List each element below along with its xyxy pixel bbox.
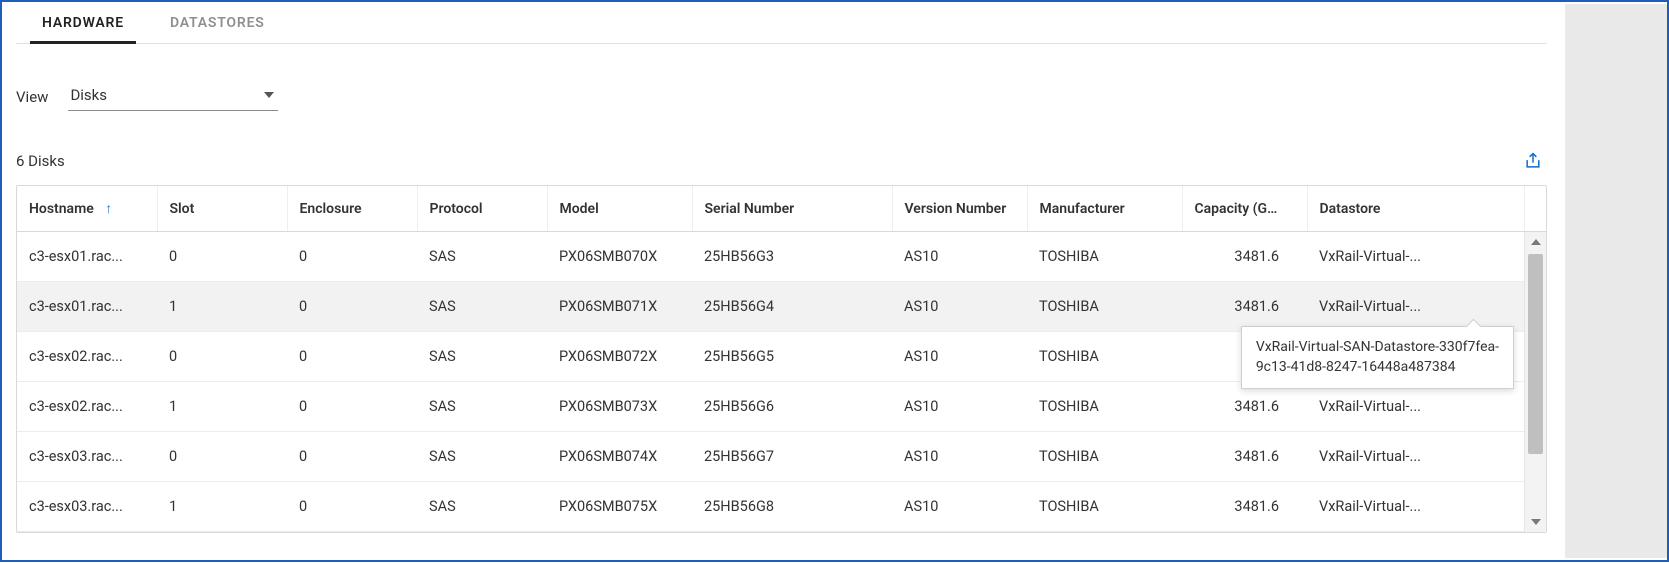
cell-version: AS10: [892, 482, 1027, 532]
cell-capacity: 3481.6: [1182, 382, 1307, 432]
cell-slot: 0: [157, 432, 287, 482]
cell-hostname: c3-esx03.rac...: [17, 432, 157, 482]
table-row[interactable]: c3-esx01.rac...00SASPX06SMB070X25HB56G3A…: [17, 232, 1546, 282]
cell-serial: 25HB56G7: [692, 432, 892, 482]
col-version[interactable]: Version Number: [892, 186, 1027, 232]
cell-enclosure: 0: [287, 282, 417, 332]
cell-manufacturer: TOSHIBA: [1027, 482, 1182, 532]
chevron-down-icon: [264, 92, 274, 98]
table-scrollbar[interactable]: [1524, 232, 1546, 532]
tooltip-line-2: 9c13-41d8-8247-16448a487384: [1256, 357, 1499, 377]
cell-datastore: VxRail-Virtual-...: [1307, 232, 1524, 282]
scroll-thumb[interactable]: [1528, 254, 1543, 454]
cell-slot: 0: [157, 332, 287, 382]
scroll-up-button[interactable]: [1525, 232, 1546, 252]
cell-manufacturer: TOSHIBA: [1027, 382, 1182, 432]
right-margin-strip: [1565, 4, 1667, 558]
cell-version: AS10: [892, 382, 1027, 432]
cell-protocol: SAS: [417, 432, 547, 482]
col-datastore[interactable]: Datastore: [1307, 186, 1524, 232]
cell-capacity: 3481.6: [1182, 432, 1307, 482]
cell-version: AS10: [892, 232, 1027, 282]
col-serial[interactable]: Serial Number: [692, 186, 892, 232]
table-header-row: Hostname ↑ Slot Enclosure Protocol Model…: [17, 186, 1546, 232]
col-enclosure[interactable]: Enclosure: [287, 186, 417, 232]
scroll-down-button[interactable]: [1525, 512, 1546, 532]
cell-serial: 25HB56G6: [692, 382, 892, 432]
export-button[interactable]: [1523, 151, 1543, 171]
col-manufacturer[interactable]: Manufacturer: [1027, 186, 1182, 232]
cell-version: AS10: [892, 432, 1027, 482]
cell-enclosure: 0: [287, 232, 417, 282]
cell-datastore: VxRail-Virtual-...: [1307, 282, 1524, 332]
cell-model: PX06SMB073X: [547, 382, 692, 432]
cell-serial: 25HB56G8: [692, 482, 892, 532]
export-icon: [1523, 151, 1543, 171]
col-hostname[interactable]: Hostname ↑: [17, 186, 157, 232]
cell-datastore: VxRail-Virtual-...: [1307, 482, 1524, 532]
tab-bar: HARDWARE DATASTORES: [16, 2, 1547, 44]
table-row[interactable]: c3-esx03.rac...00SASPX06SMB074X25HB56G7A…: [17, 432, 1546, 482]
cell-slot: 1: [157, 282, 287, 332]
cell-capacity: 3481.6: [1182, 232, 1307, 282]
cell-enclosure: 0: [287, 432, 417, 482]
cell-datastore: VxRail-Virtual-...: [1307, 382, 1524, 432]
col-hostname-label: Hostname: [29, 201, 94, 217]
cell-hostname: c3-esx01.rac...: [17, 282, 157, 332]
tab-datastores[interactable]: DATASTORES: [170, 2, 265, 43]
col-scrollbar-spacer: [1524, 186, 1546, 232]
cell-model: PX06SMB071X: [547, 282, 692, 332]
cell-datastore: VxRail-Virtual-...: [1307, 432, 1524, 482]
cell-protocol: SAS: [417, 232, 547, 282]
cell-model: PX06SMB074X: [547, 432, 692, 482]
cell-hostname: c3-esx03.rac...: [17, 482, 157, 532]
cell-manufacturer: TOSHIBA: [1027, 232, 1182, 282]
cell-version: AS10: [892, 282, 1027, 332]
cell-hostname: c3-esx02.rac...: [17, 332, 157, 382]
cell-serial: 25HB56G3: [692, 232, 892, 282]
view-row: View Disks: [16, 82, 1547, 111]
sort-asc-icon: ↑: [105, 201, 112, 217]
col-model[interactable]: Model: [547, 186, 692, 232]
view-select-value: Disks: [70, 86, 107, 104]
cell-protocol: SAS: [417, 382, 547, 432]
cell-slot: 0: [157, 232, 287, 282]
col-capacity[interactable]: Capacity (GB): [1182, 186, 1307, 232]
cell-model: PX06SMB075X: [547, 482, 692, 532]
cell-capacity: 3481.6: [1182, 482, 1307, 532]
view-label: View: [16, 88, 48, 106]
cell-slot: 1: [157, 382, 287, 432]
disk-count-text: 6 Disks: [16, 152, 65, 170]
col-protocol[interactable]: Protocol: [417, 186, 547, 232]
cell-hostname: c3-esx01.rac...: [17, 232, 157, 282]
cell-model: PX06SMB072X: [547, 332, 692, 382]
datastore-tooltip: VxRail-Virtual-SAN-Datastore-330f7fea- 9…: [1241, 326, 1514, 389]
cell-protocol: SAS: [417, 332, 547, 382]
cell-protocol: SAS: [417, 482, 547, 532]
disks-table-container: Hostname ↑ Slot Enclosure Protocol Model…: [16, 185, 1547, 533]
view-select[interactable]: Disks: [68, 82, 278, 111]
triangle-up-icon: [1531, 239, 1541, 245]
cell-slot: 1: [157, 482, 287, 532]
cell-serial: 25HB56G4: [692, 282, 892, 332]
cell-model: PX06SMB070X: [547, 232, 692, 282]
cell-version: AS10: [892, 332, 1027, 382]
cell-serial: 25HB56G5: [692, 332, 892, 382]
cell-manufacturer: TOSHIBA: [1027, 282, 1182, 332]
col-slot[interactable]: Slot: [157, 186, 287, 232]
cell-protocol: SAS: [417, 282, 547, 332]
table-row[interactable]: c3-esx01.rac...10SASPX06SMB071X25HB56G4A…: [17, 282, 1546, 332]
triangle-down-icon: [1531, 519, 1541, 525]
tab-hardware[interactable]: HARDWARE: [42, 2, 124, 43]
cell-enclosure: 0: [287, 382, 417, 432]
tooltip-line-1: VxRail-Virtual-SAN-Datastore-330f7fea-: [1256, 337, 1499, 357]
table-row[interactable]: c3-esx03.rac...10SASPX06SMB075X25HB56G8A…: [17, 482, 1546, 532]
cell-enclosure: 0: [287, 482, 417, 532]
table-row[interactable]: c3-esx02.rac...10SASPX06SMB073X25HB56G6A…: [17, 382, 1546, 432]
cell-manufacturer: TOSHIBA: [1027, 432, 1182, 482]
cell-manufacturer: TOSHIBA: [1027, 332, 1182, 382]
cell-capacity: 3481.6: [1182, 282, 1307, 332]
cell-enclosure: 0: [287, 332, 417, 382]
cell-hostname: c3-esx02.rac...: [17, 382, 157, 432]
